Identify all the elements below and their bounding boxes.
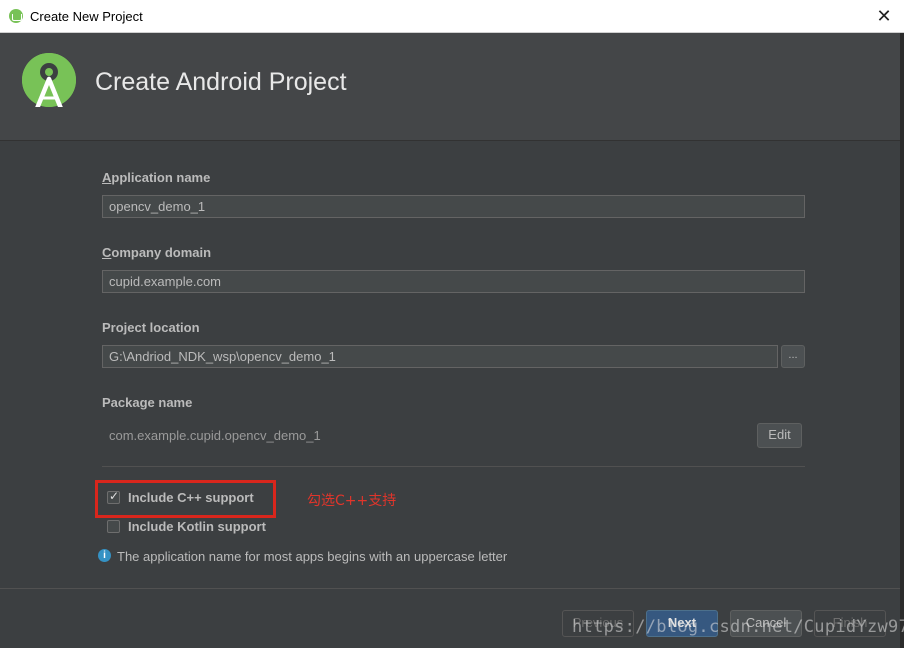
application-name-input[interactable] [102,195,805,218]
package-name-label: Package name [102,395,193,410]
include-kotlin-label: Include Kotlin support [128,519,266,534]
mnemonic-letter: A [102,170,112,185]
project-location-label: Project location [102,320,200,335]
project-form: Application name Company domain Project … [0,141,904,648]
wizard-header: Create Android Project [0,33,900,141]
browse-button[interactable]: ... [781,345,805,368]
package-name-value: com.example.cupid.opencv_demo_1 [109,428,321,443]
window-title: Create New Project [30,9,143,24]
android-studio-icon [9,9,23,23]
annotation-text: 勾选C++支持 [307,493,397,509]
application-name-label: Application name [102,170,210,185]
title-bar: Create New Project ✕ [0,0,904,33]
mnemonic-letter: C [102,245,112,260]
project-location-input[interactable] [102,345,778,368]
label-text: pplication name [111,170,211,185]
window-edge [900,33,904,648]
company-domain-label: Company domain [102,245,211,260]
info-icon: i [98,549,111,562]
page-title: Create Android Project [95,68,347,96]
watermark-text: https://blog.csdn.net/CupidYzw97 [572,617,904,637]
edit-package-button[interactable]: Edit [757,423,802,448]
include-kotlin-checkbox[interactable] [107,520,120,533]
label-text: ompany domain [111,245,212,260]
close-icon[interactable]: ✕ [872,4,896,28]
divider [102,466,805,467]
company-domain-input[interactable] [102,270,805,293]
annotation-highlight-box [95,480,276,518]
footer-divider [0,588,900,589]
info-text: The application name for most apps begin… [117,549,508,564]
android-studio-logo-icon [22,53,76,114]
